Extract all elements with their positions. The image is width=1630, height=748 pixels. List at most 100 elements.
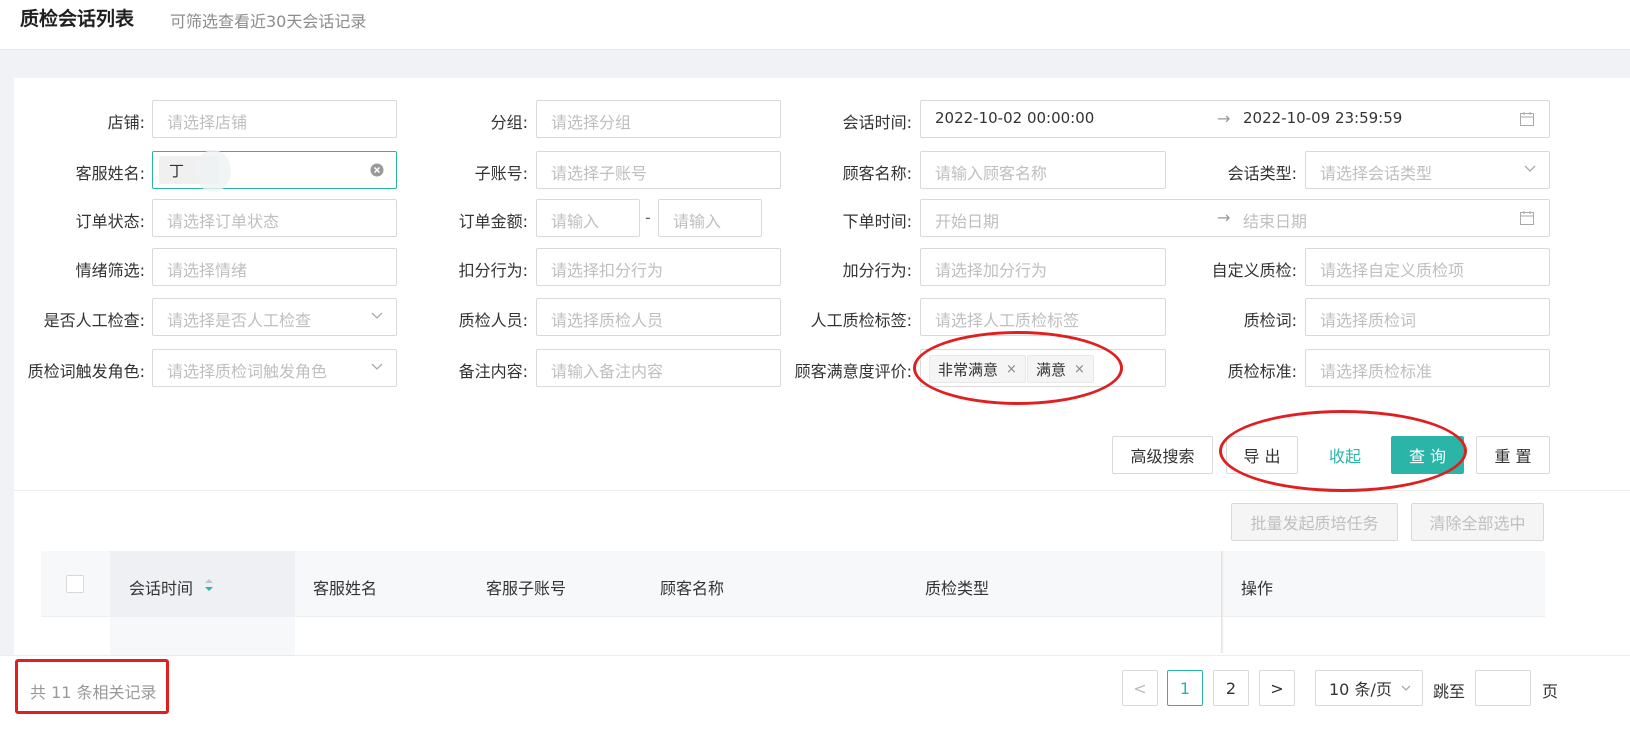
collapse-button[interactable]: 收起 bbox=[1312, 436, 1378, 474]
sub-account-label: 子账号: bbox=[474, 164, 528, 183]
page-suffix: 页 bbox=[1542, 682, 1559, 701]
group-label: 分组: bbox=[490, 113, 528, 132]
bonus-select[interactable]: 请选择加分行为 bbox=[920, 248, 1166, 286]
deduct-label: 扣分行为: bbox=[458, 261, 528, 280]
range-arrow-icon: → bbox=[1217, 109, 1231, 128]
satisfaction-select[interactable]: 非常满意 × 满意 × bbox=[920, 349, 1166, 387]
chevron-down-icon bbox=[371, 312, 383, 319]
clear-selection-button[interactable]: 清除全部选中 bbox=[1411, 503, 1544, 541]
select-all-checkbox[interactable] bbox=[66, 575, 84, 593]
deduct-select[interactable]: 请选择扣分行为 bbox=[536, 248, 781, 286]
qc-standard-placeholder: 请选择质检标准 bbox=[1320, 362, 1433, 381]
clear-icon[interactable] bbox=[370, 163, 384, 177]
page-title: 质检会话列表 bbox=[20, 8, 135, 30]
page-2-button[interactable]: 2 bbox=[1213, 670, 1249, 706]
col-agent-name: 客服姓名 bbox=[313, 579, 378, 598]
remark-input[interactable]: 请输入备注内容 bbox=[536, 349, 781, 387]
session-type-select[interactable]: 请选择会话类型 bbox=[1305, 151, 1550, 189]
sub-account-select[interactable]: 请选择子账号 bbox=[536, 151, 781, 189]
fixed-column-shadow bbox=[1221, 551, 1224, 653]
emotion-select[interactable]: 请选择情绪 bbox=[152, 248, 397, 286]
page-subtitle: 可筛选查看近30天会话记录 bbox=[170, 12, 367, 31]
page-header: 质检会话列表 可筛选查看近30天会话记录 bbox=[0, 0, 1630, 50]
group-placeholder: 请选择分组 bbox=[551, 113, 632, 132]
session-time-start: 2022-10-02 00:00:00 bbox=[935, 109, 1095, 127]
remark-label: 备注内容: bbox=[458, 362, 528, 381]
reset-button[interactable]: 重 置 bbox=[1476, 436, 1550, 474]
prev-page-button[interactable]: < bbox=[1122, 670, 1158, 706]
query-button[interactable]: 查 询 bbox=[1391, 436, 1464, 474]
emotion-label: 情绪筛选: bbox=[75, 261, 145, 280]
inspector-label: 质检人员: bbox=[458, 311, 528, 330]
trigger-role-select[interactable]: 请选择质检词触发角色 bbox=[152, 349, 397, 387]
calendar-icon[interactable] bbox=[1519, 111, 1535, 127]
session-time-range[interactable]: 2022-10-02 00:00:00 → 2022-10-09 23:59:5… bbox=[920, 100, 1550, 138]
order-time-end: 结束日期 bbox=[1243, 212, 1308, 231]
manual-check-select[interactable]: 请选择是否人工检查 bbox=[152, 298, 397, 336]
advanced-search-button[interactable]: 高级搜索 bbox=[1112, 436, 1213, 474]
page-size-select[interactable]: 10 条/页 bbox=[1315, 670, 1423, 706]
qc-standard-select[interactable]: 请选择质检标准 bbox=[1305, 349, 1550, 387]
qc-word-select[interactable]: 请选择质检词 bbox=[1305, 298, 1550, 336]
order-status-label: 订单状态: bbox=[75, 212, 145, 231]
table-body-sorted-bg bbox=[110, 617, 295, 655]
agent-name-select[interactable]: 丁 bbox=[152, 150, 397, 192]
bulk-training-button[interactable]: 批量发起质培任务 bbox=[1231, 503, 1398, 541]
tag-remove-icon[interactable]: × bbox=[1074, 362, 1085, 377]
sort-icon[interactable] bbox=[203, 578, 215, 592]
tag-label: 满意 bbox=[1036, 360, 1067, 379]
page-1-button[interactable]: 1 bbox=[1167, 670, 1203, 706]
col-customer-name: 顾客名称 bbox=[660, 579, 725, 598]
order-amount-min-input[interactable]: 请输入 bbox=[536, 199, 640, 237]
custom-qc-select[interactable]: 请选择自定义质检项 bbox=[1305, 248, 1550, 286]
calendar-icon[interactable] bbox=[1519, 210, 1535, 226]
order-time-range[interactable]: 开始日期 → 结束日期 bbox=[920, 199, 1550, 237]
shop-placeholder: 请选择店铺 bbox=[167, 113, 248, 132]
session-type-label: 会话类型: bbox=[1227, 164, 1297, 183]
order-status-select[interactable]: 请选择订单状态 bbox=[152, 199, 397, 237]
session-time-end: 2022-10-09 23:59:59 bbox=[1243, 109, 1403, 127]
manual-check-placeholder: 请选择是否人工检查 bbox=[167, 311, 312, 330]
blur-mask bbox=[195, 150, 231, 192]
satisfaction-label: 顾客满意度评价: bbox=[794, 362, 912, 381]
trigger-role-placeholder: 请选择质检词触发角色 bbox=[167, 362, 328, 381]
customer-name-input[interactable]: 请输入顾客名称 bbox=[920, 151, 1166, 189]
session-type-placeholder: 请选择会话类型 bbox=[1320, 164, 1433, 183]
qc-word-placeholder: 请选择质检词 bbox=[1320, 311, 1417, 330]
custom-qc-label: 自定义质检: bbox=[1211, 261, 1297, 280]
tag-remove-icon[interactable]: × bbox=[1006, 362, 1017, 377]
satisfaction-tag[interactable]: 满意 × bbox=[1027, 355, 1094, 383]
order-time-start: 开始日期 bbox=[935, 212, 1000, 231]
page-size-value: 10 条/页 bbox=[1329, 680, 1392, 699]
deduct-placeholder: 请选择扣分行为 bbox=[551, 261, 664, 280]
manual-tag-select[interactable]: 请选择人工质检标签 bbox=[920, 298, 1166, 336]
group-select[interactable]: 请选择分组 bbox=[536, 100, 781, 138]
order-amount-min-placeholder: 请输入 bbox=[551, 212, 600, 231]
order-time-label: 下单时间: bbox=[842, 212, 912, 231]
jump-page-input[interactable] bbox=[1475, 670, 1531, 706]
session-time-label: 会话时间: bbox=[842, 113, 912, 132]
export-button[interactable]: 导 出 bbox=[1226, 436, 1298, 474]
agent-name-value: 丁 bbox=[169, 162, 185, 180]
col-session-time[interactable]: 会话时间 bbox=[129, 575, 193, 599]
remark-placeholder: 请输入备注内容 bbox=[551, 362, 664, 381]
custom-qc-placeholder: 请选择自定义质检项 bbox=[1320, 261, 1465, 280]
satisfaction-tag[interactable]: 非常满意 × bbox=[929, 355, 1026, 383]
manual-tag-placeholder: 请选择人工质检标签 bbox=[935, 311, 1080, 330]
inspector-select[interactable]: 请选择质检人员 bbox=[536, 298, 781, 336]
shop-select[interactable]: 请选择店铺 bbox=[152, 100, 397, 138]
range-arrow-icon: → bbox=[1217, 208, 1231, 227]
col-qc-type: 质检类型 bbox=[925, 579, 990, 598]
table-header: 会话时间 客服姓名 客服子账号 顾客名称 质检类型 操作 bbox=[41, 551, 1545, 653]
manual-check-label: 是否人工检查: bbox=[43, 311, 145, 330]
sub-account-placeholder: 请选择子账号 bbox=[551, 164, 648, 183]
order-amount-max-placeholder: 请输入 bbox=[673, 212, 722, 231]
shop-label: 店铺: bbox=[107, 113, 145, 132]
order-status-placeholder: 请选择订单状态 bbox=[167, 212, 280, 231]
bonus-label: 加分行为: bbox=[842, 261, 912, 280]
next-page-button[interactable]: > bbox=[1259, 670, 1295, 706]
chevron-down-icon bbox=[1524, 165, 1536, 172]
order-amount-label: 订单金额: bbox=[458, 212, 528, 231]
order-amount-max-input[interactable]: 请输入 bbox=[658, 199, 762, 237]
customer-name-label: 顾客名称: bbox=[842, 164, 912, 183]
